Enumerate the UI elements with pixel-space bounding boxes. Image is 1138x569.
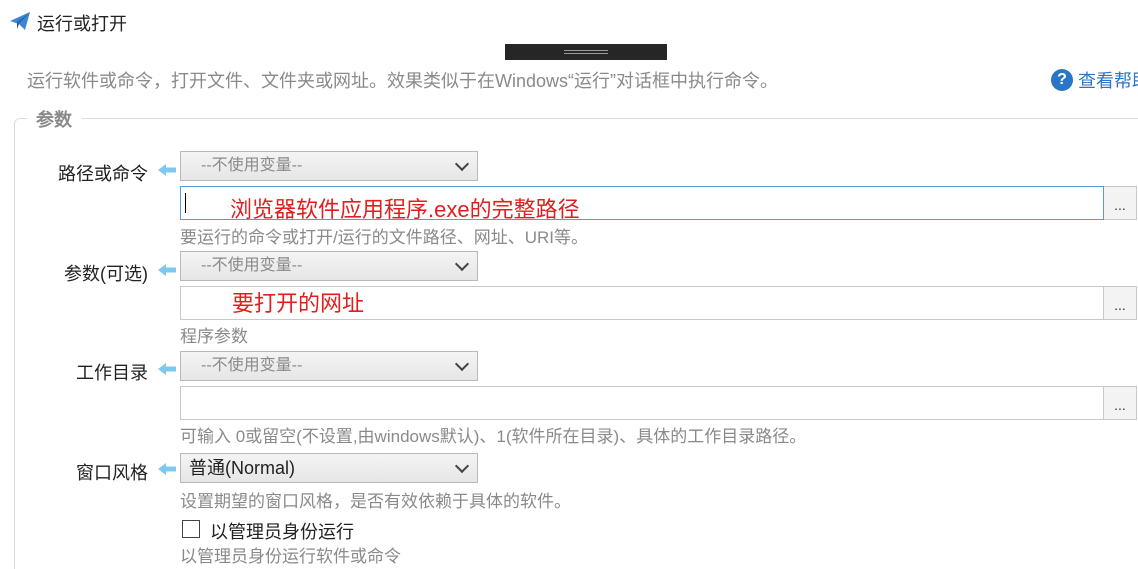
workdir-label: 工作目录 — [76, 363, 148, 383]
arrow-left-icon[interactable] — [157, 163, 177, 177]
workdir-browse-button[interactable]: ... — [1104, 386, 1137, 420]
args-variable-value: --不使用变量-- — [201, 257, 303, 274]
window-style-select[interactable]: 普通(Normal) — [180, 453, 478, 483]
path-hint: 要运行的命令或打开/运行的文件路径、网址、URI等。 — [180, 228, 588, 247]
path-label: 路径或命令 — [58, 164, 148, 184]
arrow-left-icon[interactable] — [157, 263, 177, 277]
text-caret — [185, 193, 186, 213]
path-variable-value: --不使用变量-- — [201, 157, 303, 174]
path-variable-select[interactable]: --不使用变量-- — [180, 151, 478, 181]
workdir-hint: 可输入 0或留空(不设置,由windows默认)、1(软件所在目录)、具体的工作… — [180, 427, 807, 446]
window-style-value: 普通(Normal) — [189, 458, 295, 478]
arrow-left-icon[interactable] — [157, 462, 177, 476]
chevron-down-icon — [454, 458, 470, 474]
params-group-title: 参数 — [32, 106, 76, 132]
params-group-divider — [82, 118, 1138, 119]
run-as-admin-hint: 以管理员身份运行软件或命令 — [180, 547, 401, 566]
args-hint: 程序参数 — [180, 327, 248, 346]
path-browse-button[interactable]: ... — [1104, 186, 1137, 220]
help-icon: ? — [1051, 69, 1073, 91]
run-as-admin-checkbox[interactable] — [182, 520, 200, 538]
window-style-label: 窗口风格 — [76, 463, 148, 483]
chevron-down-icon — [454, 356, 470, 372]
drag-handle[interactable] — [505, 44, 667, 60]
help-label: 查看帮助 — [1078, 71, 1138, 91]
workdir-variable-select[interactable]: --不使用变量-- — [180, 351, 478, 381]
paper-plane-icon — [10, 12, 30, 30]
chevron-down-icon — [454, 256, 470, 272]
args-browse-button[interactable]: ... — [1104, 286, 1137, 320]
arrow-left-icon[interactable] — [157, 362, 177, 376]
args-annotation: 要打开的网址 — [232, 291, 365, 316]
chevron-down-icon — [454, 156, 470, 172]
run-as-admin-label[interactable]: 以管理员身份运行 — [210, 518, 354, 544]
args-label: 参数(可选) — [64, 264, 148, 284]
page-description: 运行软件或命令，打开文件、文件夹或网址。效果类似于在Windows“运行”对话框… — [27, 71, 779, 91]
page-title: 运行或打开 — [37, 14, 127, 34]
help-link[interactable]: ? 查看帮助 — [1051, 67, 1138, 93]
workdir-variable-value: --不使用变量-- — [201, 357, 303, 374]
workdir-input[interactable] — [180, 386, 1104, 420]
path-annotation: 浏览器软件应用程序.exe的完整路径 — [230, 197, 580, 222]
args-variable-select[interactable]: --不使用变量-- — [180, 251, 478, 281]
window-style-hint: 设置期望的窗口风格，是否有效依赖于具体的软件。 — [180, 492, 571, 511]
